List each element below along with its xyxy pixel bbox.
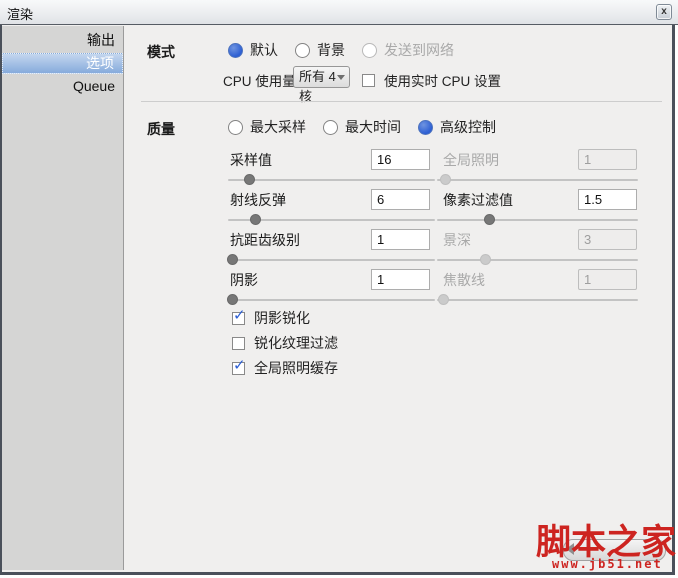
radio-icon <box>362 42 377 58</box>
checkbox-row-sharpen-texture-filter: ✓ 锐化纹理过滤 <box>232 333 338 353</box>
radio-max-time[interactable]: 最大时间 <box>323 117 401 137</box>
radio-mode-default[interactable]: 默认 <box>228 40 278 60</box>
window-title: 渲染 <box>7 7 34 22</box>
pixel-filter-slider[interactable] <box>437 214 638 225</box>
caustics-slider <box>437 294 638 305</box>
radio-mode-background[interactable]: 背景 <box>295 40 345 60</box>
radio-label: 背景 <box>317 42 345 58</box>
slider-cell-ray-bounces: 射线反弹 <box>228 189 435 229</box>
slider-cell-samples: 采样值 <box>228 149 435 189</box>
slider-label: 阴影 <box>230 272 258 288</box>
shadow-sharpen-checkbox[interactable]: ✓ <box>232 308 246 325</box>
checkbox-row-gi-cache: ✓ 全局照明缓存 <box>232 358 338 378</box>
radio-icon <box>228 119 243 135</box>
ray-bounces-input[interactable] <box>371 189 430 210</box>
pixel-filter-input[interactable] <box>578 189 637 210</box>
cpu-cores-dropdown[interactable]: 所有 4 核 <box>293 66 350 104</box>
slider-handle[interactable] <box>227 294 239 305</box>
slider-handle[interactable] <box>484 214 496 225</box>
watermark-url: www.jb51.net <box>552 557 663 571</box>
check-icon: ✓ <box>233 306 246 324</box>
quality-radio-group: 最大采样 最大时间 高级控制 <box>228 117 496 137</box>
realtime-cpu-checkbox-row: ✓ 使用实时 CPU 设置 <box>362 70 501 90</box>
checkbox-label: 阴影锐化 <box>254 310 310 326</box>
sidebar-item-queue[interactable]: Queue <box>2 76 123 97</box>
section-divider <box>141 101 662 102</box>
radio-icon <box>418 119 433 135</box>
ray-bounces-slider[interactable] <box>228 214 435 225</box>
antialias-level-input[interactable] <box>371 229 430 250</box>
slider-label: 焦散线 <box>443 272 485 288</box>
radio-icon <box>295 42 310 58</box>
slider-handle[interactable] <box>243 174 255 185</box>
shadow-input[interactable] <box>371 269 430 290</box>
radio-icon <box>323 119 338 135</box>
slider-cell-caustics: 焦散线 <box>437 269 638 309</box>
slider-label: 景深 <box>443 232 471 248</box>
depth-of-field-slider <box>437 254 638 265</box>
mode-radio-group: 默认 背景 发送到网络 <box>228 40 454 60</box>
slider-label: 全局照明 <box>443 152 499 168</box>
radio-label: 最大采样 <box>250 119 306 135</box>
radio-label: 发送到网络 <box>384 42 454 58</box>
slider-cell-depth-of-field: 景深 <box>437 229 638 269</box>
radio-icon <box>228 42 243 58</box>
slider-handle <box>480 254 492 265</box>
radio-label: 默认 <box>250 42 278 58</box>
samples-input[interactable] <box>371 149 430 170</box>
realtime-cpu-label: 使用实时 CPU 设置 <box>384 74 502 89</box>
caustics-input <box>578 269 637 290</box>
quality-section-label: 质量 <box>147 121 175 137</box>
slider-cell-pixel-filter: 像素过滤值 <box>437 189 638 229</box>
slider-handle[interactable] <box>227 254 239 265</box>
slider-cell-global-illumination: 全局照明 <box>437 149 638 189</box>
radio-label: 高级控制 <box>440 119 496 135</box>
sidebar-item-output[interactable]: 输出 <box>2 30 123 51</box>
slider-cell-shadow: 阴影 <box>227 269 435 309</box>
antialias-level-slider[interactable] <box>227 254 435 265</box>
slider-label: 抗距齿级别 <box>230 232 300 248</box>
global-illumination-slider <box>437 174 638 185</box>
global-illumination-input <box>578 149 637 170</box>
radio-mode-send-to-network[interactable]: 发送到网络 <box>362 40 454 60</box>
slider-label: 采样值 <box>230 152 272 168</box>
cpu-usage-label: CPU 使用量 <box>223 74 296 89</box>
sharpen-texture-filter-checkbox[interactable]: ✓ <box>232 336 245 350</box>
check-icon: ✓ <box>233 356 246 374</box>
slider-handle[interactable] <box>249 214 261 225</box>
samples-slider[interactable] <box>228 174 435 185</box>
gi-cache-checkbox[interactable]: ✓ <box>232 358 246 375</box>
checkbox-label: 锐化纹理过滤 <box>254 335 338 351</box>
chevron-down-icon <box>337 75 345 80</box>
slider-handle <box>440 174 452 185</box>
checkbox-row-shadow-sharpen: ✓ 阴影锐化 <box>232 308 310 328</box>
radio-max-samples[interactable]: 最大采样 <box>228 117 306 137</box>
realtime-cpu-checkbox[interactable]: ✓ <box>362 73 375 87</box>
slider-handle <box>438 294 450 305</box>
radio-advanced-control[interactable]: 高级控制 <box>418 117 496 137</box>
shadow-slider[interactable] <box>227 294 435 305</box>
sidebar: 输出 选项 Queue <box>2 26 124 570</box>
close-icon[interactable]: x <box>656 4 672 20</box>
sidebar-item-options[interactable]: 选项 <box>2 53 123 74</box>
render-dialog: 渲染 x 输出 选项 Queue 模式 默认 背景 发送到网络 CPU 使用量 … <box>0 0 678 578</box>
radio-label: 最大时间 <box>345 119 401 135</box>
mode-section-label: 模式 <box>147 44 175 60</box>
checkbox-label: 全局照明缓存 <box>254 360 338 376</box>
depth-of-field-input <box>578 229 637 250</box>
slider-label: 像素过滤值 <box>443 192 513 208</box>
title-bar[interactable]: 渲染 x <box>0 0 678 25</box>
slider-label: 射线反弹 <box>230 192 286 208</box>
slider-cell-antialias-level: 抗距齿级别 <box>227 229 435 269</box>
